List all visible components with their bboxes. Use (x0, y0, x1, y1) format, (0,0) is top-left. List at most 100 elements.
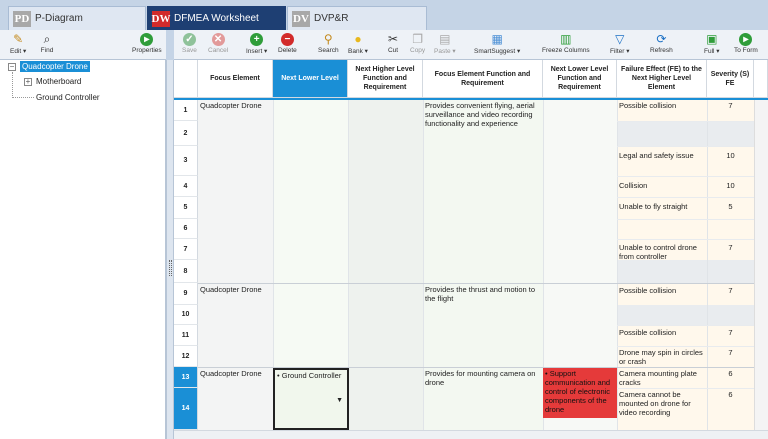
plus-icon: + (250, 32, 264, 46)
freeze-columns-button[interactable]: ▥ Freeze Columns (542, 32, 590, 54)
lightbulb-icon: ● (354, 32, 362, 46)
tree-node-motherboard[interactable]: Motherboard (36, 77, 81, 86)
failure-effect-cell[interactable]: Possible collision (617, 285, 707, 296)
to-form-button[interactable]: ▸ To Form (734, 32, 758, 54)
insert-button[interactable]: + Insert ▾ (246, 32, 267, 55)
full-button[interactable]: ▣ Full ▾ (704, 32, 720, 55)
failure-effect-cell[interactable]: Camera cannot be mounted on drone for vi… (617, 389, 707, 418)
full-icon: ▣ (706, 32, 718, 46)
tab-bar: PD P-Diagram DW DFMEA Worksheet DV DVP&R (0, 0, 768, 30)
function-cell[interactable]: Provides for mounting camera on drone (423, 368, 543, 388)
failure-effect-cell[interactable]: Collision (617, 180, 707, 191)
grid-line (423, 100, 424, 439)
severity-cell[interactable]: 10 (707, 180, 754, 191)
severity-cell[interactable]: 7 (707, 327, 754, 338)
save-button[interactable]: ✓ Save (182, 32, 197, 54)
dfmea-worksheet-icon: DW (151, 10, 171, 27)
edit-button[interactable]: ✎ Edit ▾ (10, 32, 26, 55)
focus-element-cell[interactable]: Quadcopter Drone (198, 284, 273, 295)
tab-p-diagram[interactable]: PD P-Diagram (8, 6, 146, 30)
next-lower-level-function-cell[interactable]: • Support communication and control of e… (543, 368, 617, 418)
severity-cell[interactable]: 6 (707, 368, 754, 379)
search-button[interactable]: ⚲ Search (318, 32, 339, 54)
properties-icon: ▸ (140, 32, 154, 46)
row-number[interactable]: 10 (174, 305, 198, 325)
copy-button[interactable]: ❐ Copy (410, 32, 425, 54)
cut-button[interactable]: ✂ Cut (386, 32, 400, 54)
dfmea-grid: Focus Element Next Lower Level Next High… (174, 60, 768, 439)
focus-element-cell[interactable]: Quadcopter Drone (198, 368, 273, 379)
row-number-selected[interactable]: 14 (174, 388, 198, 430)
failure-effect-cell[interactable]: Camera mounting plate cracks (617, 368, 707, 388)
function-cell[interactable]: Provides the thrust and motion to the fl… (423, 284, 543, 304)
col-header-next-lower-level[interactable]: Next Lower Level (273, 60, 348, 98)
p-diagram-icon: PD (13, 10, 31, 27)
panel-splitter[interactable] (166, 60, 174, 439)
col-header-next-lower-level-function[interactable]: Next Lower Level Function and Requiremen… (543, 60, 617, 98)
failure-effect-cell[interactable]: Unable to control drone from controller (617, 242, 707, 262)
next-lower-level-editor[interactable]: • Ground Controller ▼ (273, 368, 349, 430)
properties-button[interactable]: ▸ Properties (132, 32, 162, 54)
function-cell[interactable]: Provides convenient flying, aerial surve… (423, 100, 543, 129)
row-number[interactable]: 7 (174, 239, 198, 260)
empty-fe-cell (617, 121, 754, 146)
grip-icon (169, 260, 172, 276)
row-number[interactable]: 3 (174, 146, 198, 176)
delete-button[interactable]: − Delete (278, 32, 297, 54)
bank-button[interactable]: ● Bank ▾ (348, 32, 368, 55)
col-header-focus-element-function[interactable]: Focus Element Function and Requirement (423, 60, 543, 98)
filter-button[interactable]: ▽ Filter ▾ (610, 32, 630, 55)
row-number[interactable]: 11 (174, 325, 198, 346)
failure-effect-cell[interactable]: Drone may spin in circles or crash (617, 347, 707, 367)
failure-effect-cell[interactable]: Possible collision (617, 327, 707, 338)
row-number[interactable]: 6 (174, 219, 198, 239)
row-number-selected[interactable]: 13 (174, 367, 198, 388)
collapse-icon[interactable]: − (8, 63, 16, 71)
focus-element-cell[interactable]: Quadcopter Drone (198, 100, 273, 111)
col-header-spacer (754, 60, 768, 98)
severity-cell[interactable]: 7 (707, 347, 754, 358)
tree-node-ground-controller[interactable]: Ground Controller (36, 93, 100, 102)
tree-connector (12, 97, 34, 98)
row-number[interactable]: 2 (174, 121, 198, 146)
tab-dvpr[interactable]: DV DVP&R (287, 6, 427, 30)
severity-cell[interactable]: 6 (707, 389, 754, 400)
failure-effect-cell[interactable]: Possible collision (617, 100, 707, 111)
tab-dfmea-worksheet[interactable]: DW DFMEA Worksheet (147, 6, 286, 30)
severity-cell[interactable]: 7 (707, 100, 754, 111)
row-number[interactable]: 4 (174, 176, 198, 197)
to-form-icon: ▸ (739, 32, 753, 46)
smartsuggest-button[interactable]: ▦ SmartSuggest ▾ (474, 32, 520, 55)
tree-node-quadcopter-drone[interactable]: Quadcopter Drone (20, 61, 90, 72)
row-number[interactable]: 9 (174, 283, 198, 305)
refresh-button[interactable]: ⟳ Refresh (650, 32, 673, 54)
fe-row-line (617, 121, 754, 122)
paste-button[interactable]: ▤ Paste ▾ (434, 32, 456, 55)
fe-row-line (617, 146, 754, 147)
failure-effect-cell[interactable]: Unable to fly straight (617, 201, 707, 212)
expand-icon[interactable]: + (24, 78, 32, 86)
scroll-column (754, 100, 768, 439)
row-number[interactable]: 5 (174, 197, 198, 219)
col-header-focus-element[interactable]: Focus Element (198, 60, 273, 98)
failure-effect-cell[interactable]: Legal and safety issue (617, 150, 707, 161)
row-number[interactable]: 8 (174, 260, 198, 283)
find-button[interactable]: ⌕ Find (40, 32, 54, 54)
severity-cell[interactable]: 10 (707, 150, 754, 161)
cancel-button[interactable]: ✕ Cancel (208, 32, 228, 54)
fe-row-line (617, 197, 754, 198)
severity-cell[interactable]: 5 (707, 201, 754, 212)
horizontal-scrollbar[interactable] (174, 430, 768, 439)
dropdown-arrow-icon[interactable]: ▼ (336, 396, 343, 405)
tab-label: DFMEA Worksheet (174, 13, 259, 24)
tree-toolbar: ✎ Edit ▾ ⌕ Find ▸ Properties (0, 30, 166, 60)
empty-fe-cell (617, 305, 754, 325)
col-header-severity[interactable]: Severity (S) FE (707, 60, 754, 98)
row-number[interactable]: 12 (174, 346, 198, 367)
col-header-next-higher-level-function[interactable]: Next Higher Level Function and Requireme… (348, 60, 423, 98)
severity-cell[interactable]: 7 (707, 285, 754, 296)
col-header-failure-effect[interactable]: Failure Effect (FE) to the Next Higher L… (617, 60, 707, 98)
tab-label: P-Diagram (35, 13, 83, 24)
severity-cell[interactable]: 7 (707, 242, 754, 253)
row-number[interactable]: 1 (174, 100, 198, 121)
